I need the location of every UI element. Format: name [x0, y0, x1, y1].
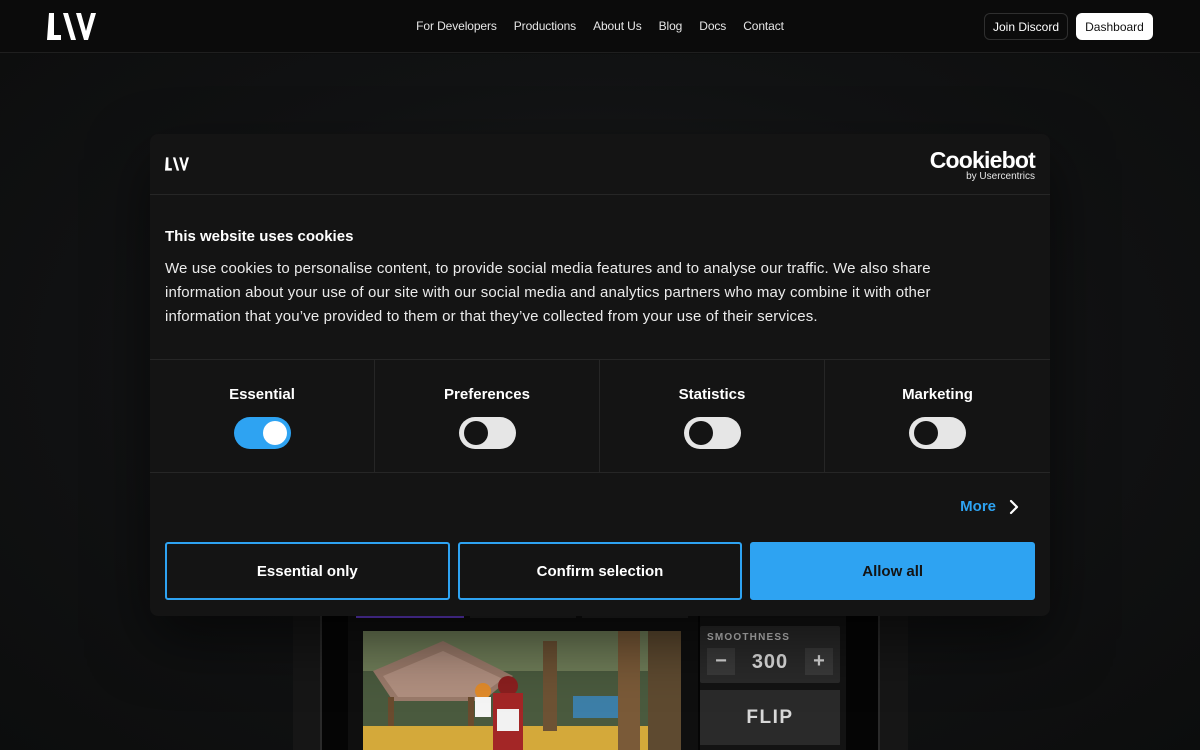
allow-all-button[interactable]: Allow all	[750, 542, 1036, 600]
join-discord-button[interactable]: Join Discord	[984, 13, 1068, 40]
liv-logo-icon	[165, 157, 189, 171]
preferences-toggle[interactable]	[459, 417, 516, 449]
smoothness-value: 300	[751, 651, 789, 673]
game-scene-illustration	[363, 631, 681, 750]
nav-link-docs[interactable]: Docs	[699, 19, 726, 33]
flip-button[interactable]: FLIP	[700, 690, 840, 745]
nav-link-about-us[interactable]: About Us	[593, 19, 642, 33]
essential-toggle[interactable]	[234, 417, 291, 449]
essential-only-button[interactable]: Essential only	[165, 542, 450, 600]
toggle-knob	[464, 421, 488, 445]
category-essential: Essential	[150, 360, 375, 472]
cookiebot-logo[interactable]: Cookiebot by Usercentrics	[929, 147, 1036, 182]
statistics-toggle[interactable]	[684, 417, 741, 449]
category-preferences: Preferences	[375, 360, 600, 472]
more-details-link[interactable]: More	[960, 498, 1020, 515]
dialog-description: We use cookies to personalise content, t…	[165, 260, 931, 325]
category-label: Marketing	[902, 386, 973, 403]
consent-buttons: Essential only Confirm selection Allow a…	[165, 542, 1036, 600]
nav-link-productions[interactable]: Productions	[514, 19, 576, 33]
dialog-header: Cookiebot by Usercentrics	[150, 134, 1050, 195]
game-scene-image	[363, 631, 681, 750]
dashboard-button[interactable]: Dashboard	[1076, 13, 1153, 40]
toggle-knob	[914, 421, 938, 445]
smoothness-label: SMOOTHNESS	[707, 632, 791, 643]
category-label: Essential	[229, 386, 295, 403]
nav-link-contact[interactable]: Contact	[743, 19, 784, 33]
toggle-knob	[263, 421, 287, 445]
category-label: Preferences	[444, 386, 530, 403]
dialog-title: This website uses cookies	[165, 228, 354, 245]
category-statistics: Statistics	[600, 360, 825, 472]
nav-link-blog[interactable]: Blog	[659, 19, 683, 33]
toggle-knob	[689, 421, 713, 445]
marketing-toggle[interactable]	[909, 417, 966, 449]
cookiebot-wordmark: Cookiebot	[929, 147, 1036, 173]
category-label: Statistics	[678, 386, 746, 403]
smoothness-increase-button[interactable]: +	[805, 648, 833, 675]
chevron-right-icon	[1009, 499, 1019, 514]
more-label: More	[960, 498, 996, 515]
cookie-consent-dialog: Cookiebot by Usercentrics This website u…	[150, 134, 1050, 616]
nav-link-for-developers[interactable]: For Developers	[416, 19, 497, 33]
smoothness-decrease-button[interactable]: −	[707, 648, 735, 675]
top-navbar: For Developers Productions About Us Blog…	[0, 0, 1200, 53]
confirm-selection-button[interactable]: Confirm selection	[457, 542, 743, 600]
category-marketing: Marketing	[825, 360, 1050, 472]
consent-categories: Essential Preferences Statistics Marketi…	[150, 359, 1050, 473]
